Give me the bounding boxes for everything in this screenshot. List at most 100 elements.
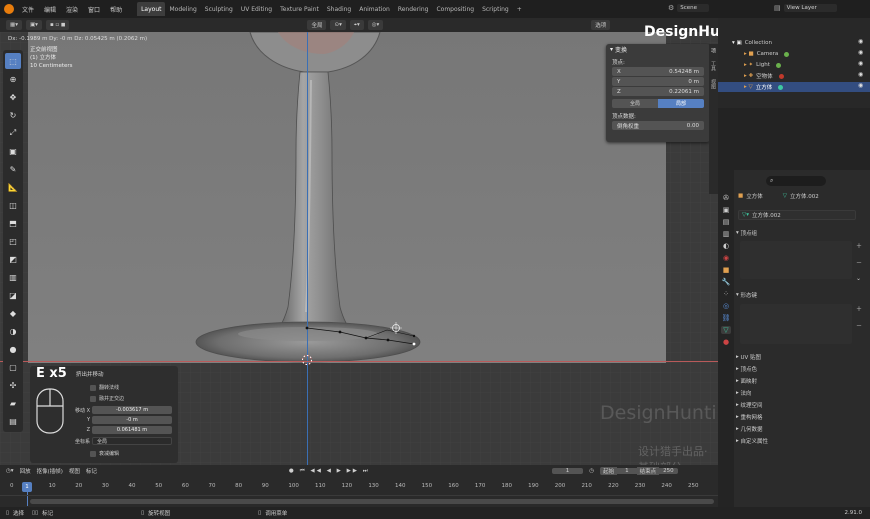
- menu-file[interactable]: 文件: [17, 5, 39, 14]
- extrude-tool-icon[interactable]: ⬒: [5, 215, 21, 231]
- vertex-z-field[interactable]: Z 0.22061 m: [612, 87, 704, 96]
- tab-sculpting[interactable]: Sculpting: [201, 2, 237, 16]
- menu-window[interactable]: 窗口: [83, 5, 105, 14]
- inset-tool-icon[interactable]: ◰: [5, 233, 21, 249]
- menu-edit[interactable]: 编辑: [39, 5, 61, 14]
- chevron-down-icon[interactable]: ⌄: [856, 275, 862, 282]
- smooth-tool-icon[interactable]: ●: [5, 341, 21, 357]
- mesh-datablock-field[interactable]: ▽▾ 立方体.002: [738, 210, 856, 220]
- flip-normals-checkbox[interactable]: 翻转法线: [90, 384, 119, 391]
- vertex-x-field[interactable]: X 0.54248 m: [612, 67, 704, 76]
- modifier-tab-icon[interactable]: 🔧: [722, 278, 731, 286]
- edge-slide-tool-icon[interactable]: ▢: [5, 359, 21, 375]
- playback-controls[interactable]: ⏮ ◀◀ ◀ ▶ ▶▶ ⏭: [300, 468, 370, 475]
- outliner-item-light[interactable]: ▸ ✦ Light: [718, 60, 870, 70]
- select-mode-buttons[interactable]: ▪ ▫ ◼: [45, 20, 70, 30]
- tab-texture-paint[interactable]: Texture Paint: [276, 2, 323, 16]
- shear-tool-icon[interactable]: ▰: [5, 395, 21, 411]
- playback-menu[interactable]: 回放: [20, 467, 31, 475]
- properties-search-input[interactable]: ⌕: [766, 176, 826, 186]
- record-icon[interactable]: ●: [289, 468, 294, 474]
- scale-tool-icon[interactable]: ⤢: [5, 125, 21, 141]
- viewlayer-selector[interactable]: ▤ View Layer: [774, 4, 837, 12]
- keying-menu[interactable]: 抠像(插帧): [37, 467, 63, 475]
- bevel-tool-icon[interactable]: ◩: [5, 251, 21, 267]
- spin-tool-icon[interactable]: ◑: [5, 323, 21, 339]
- select-tool-icon[interactable]: ⬚: [5, 53, 21, 69]
- current-frame-field[interactable]: 1: [551, 468, 584, 474]
- menu-render[interactable]: 渲染: [61, 5, 83, 14]
- add-icon[interactable]: ＋: [856, 241, 862, 250]
- snap-button[interactable]: ⌖▾: [349, 20, 364, 30]
- clock-icon[interactable]: ◷▾: [6, 468, 14, 474]
- collection-row[interactable]: ▾ ▣ Collection: [718, 38, 870, 48]
- tab-animation[interactable]: Animation: [355, 2, 394, 16]
- tab-scripting[interactable]: Scripting: [478, 2, 513, 16]
- rotate-tool-icon[interactable]: ↻: [5, 107, 21, 123]
- start-field[interactable]: 1: [617, 468, 637, 474]
- playhead[interactable]: 1: [22, 482, 32, 492]
- world-tab-icon[interactable]: ◉: [723, 254, 729, 262]
- render-tab-icon[interactable]: ▣: [723, 206, 730, 214]
- cursor-tool-icon[interactable]: ⊕: [5, 71, 21, 87]
- material-tab-icon[interactable]: ●: [723, 338, 729, 346]
- global-toggle[interactable]: 全局: [612, 99, 658, 108]
- section-uv-maps[interactable]: ▸ UV 贴图: [736, 352, 868, 362]
- collapse-icon[interactable]: ▾: [610, 46, 613, 53]
- add-cube-tool-icon[interactable]: ◫: [5, 197, 21, 213]
- timeline-scrollbar[interactable]: [30, 499, 714, 504]
- tab-tool[interactable]: 工具: [710, 61, 717, 71]
- marker-menu[interactable]: 标记: [86, 467, 97, 475]
- tab-rendering[interactable]: Rendering: [394, 2, 433, 16]
- 3d-viewport[interactable]: Dx: -0.1989 m Dy: -0 m Dz: 0.05425 m (0.…: [0, 32, 718, 465]
- shrink-tool-icon[interactable]: ✣: [5, 377, 21, 393]
- constraint-tab-icon[interactable]: ⛓: [722, 314, 731, 322]
- shape-keys-list[interactable]: [740, 304, 852, 344]
- remove-icon[interactable]: －: [856, 321, 862, 330]
- remove-icon[interactable]: －: [856, 258, 862, 267]
- tab-shading[interactable]: Shading: [323, 2, 355, 16]
- tab-item[interactable]: 项: [710, 48, 717, 53]
- particle-tab-icon[interactable]: ⁘: [723, 290, 729, 298]
- end-field[interactable]: 250: [659, 468, 678, 474]
- data-tab-icon[interactable]: ▽: [721, 326, 731, 334]
- eye-icon[interactable]: ◉: [858, 82, 863, 89]
- tab-layout[interactable]: Layout: [137, 2, 166, 16]
- object-tab-icon[interactable]: ■: [723, 266, 730, 274]
- move-z-field[interactable]: 0.061481 m: [92, 426, 172, 434]
- add-icon[interactable]: ＋: [856, 304, 862, 313]
- transform-tool-icon[interactable]: ▣: [5, 143, 21, 159]
- tool-tab-icon[interactable]: ✇: [723, 194, 729, 202]
- loop-cut-tool-icon[interactable]: ▥: [5, 269, 21, 285]
- poly-build-tool-icon[interactable]: ◆: [5, 305, 21, 321]
- options-dropdown[interactable]: 选项: [591, 20, 611, 30]
- tab-modeling[interactable]: Modeling: [165, 2, 200, 16]
- tab-uv-editing[interactable]: UV Editing: [237, 2, 276, 16]
- knife-tool-icon[interactable]: ◪: [5, 287, 21, 303]
- frame-ruler[interactable]: 10 20 30 40 50 60 70 80 90 100 110 120 130 140 150 160 1…: [0, 481, 718, 493]
- eye-icon[interactable]: ◉: [858, 49, 863, 56]
- scene-selector[interactable]: ⚙ Scene: [668, 4, 710, 12]
- shape-keys-header[interactable]: ▾ 形态键: [736, 290, 868, 300]
- bevel-weight-field[interactable]: 倒角权重 0.00: [612, 121, 704, 130]
- eye-icon[interactable]: ◉: [858, 71, 863, 78]
- eye-icon[interactable]: ◉: [858, 38, 863, 45]
- move-y-field[interactable]: -0 m: [92, 416, 172, 424]
- section-custom-properties[interactable]: ▸ 自定义属性: [736, 436, 868, 446]
- view-layer-tab-icon[interactable]: ▥: [723, 230, 730, 238]
- local-toggle[interactable]: 局部: [658, 99, 704, 108]
- pivot-button[interactable]: ⊙▾: [330, 20, 346, 30]
- tab-view[interactable]: 视图: [710, 79, 717, 89]
- section-normals[interactable]: ▸ 法向: [736, 388, 868, 398]
- orientation-dropdown[interactable]: 全局: [307, 20, 327, 30]
- dissolve-checkbox[interactable]: 融并正交边: [90, 395, 124, 402]
- output-tab-icon[interactable]: ▤: [723, 218, 730, 226]
- move-tool-icon[interactable]: ✥: [5, 89, 21, 105]
- measure-tool-icon[interactable]: 📐: [5, 179, 21, 195]
- outliner-item-camera[interactable]: ▸ ■ Camera: [718, 49, 870, 59]
- proportional-edit-button[interactable]: ◎▾: [367, 20, 384, 30]
- section-texture-space[interactable]: ▸ 纹理空间: [736, 400, 868, 410]
- tab-compositing[interactable]: Compositing: [432, 2, 478, 16]
- coord-system-dropdown[interactable]: 全局: [92, 437, 172, 445]
- section-geometry-data[interactable]: ▸ 几何数据: [736, 424, 868, 434]
